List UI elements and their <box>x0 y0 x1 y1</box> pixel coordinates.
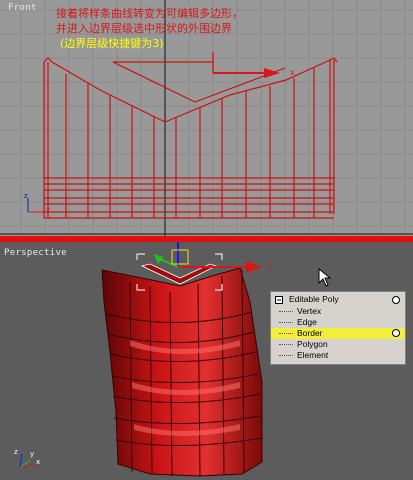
svg-text:x: x <box>46 206 50 214</box>
stack-item-element[interactable]: Element <box>271 350 405 361</box>
svg-text:z: z <box>14 448 18 456</box>
stack-item-edge[interactable]: Edge <box>271 317 405 328</box>
front-viewport[interactable]: x z x Front 接着将样条曲线转变为可编辑多边形， 并进入边界层级选中形… <box>0 0 413 236</box>
modifier-stack-panel[interactable]: Editable Poly Vertex Edge Border Polygon… <box>270 291 406 365</box>
annotation-line-2: 并进入边界层级选中形状的外围边界 <box>56 22 232 35</box>
stack-item-label: Polygon <box>297 339 328 349</box>
svg-text:x: x <box>268 261 273 270</box>
svg-text:x: x <box>36 458 40 466</box>
front-gizmo-x-label: x <box>290 68 295 77</box>
collapse-icon[interactable] <box>275 296 283 304</box>
annotation-line-1: 接着将样条曲线转变为可编辑多边形， <box>56 7 243 20</box>
stack-item-label: Vertex <box>297 306 322 316</box>
tree-line-icon <box>279 322 293 323</box>
stack-item-border[interactable]: Border <box>271 328 405 339</box>
stack-root-editable-poly[interactable]: Editable Poly <box>271 294 405 305</box>
stack-root-label: Editable Poly <box>289 294 339 304</box>
tree-line-icon <box>279 311 293 312</box>
svg-text:z: z <box>24 192 28 200</box>
tree-line-icon <box>279 344 293 345</box>
svg-text:y: y <box>30 450 34 458</box>
tree-line-icon <box>279 355 293 356</box>
stack-item-polygon[interactable]: Polygon <box>271 339 405 350</box>
front-viewport-label[interactable]: Front <box>8 3 37 13</box>
stack-item-vertex[interactable]: Vertex <box>271 306 405 317</box>
stack-item-label: Edge <box>297 317 317 327</box>
mouse-cursor-icon <box>318 268 332 287</box>
pin-icon[interactable] <box>391 328 401 338</box>
stack-item-label: Border <box>297 328 323 338</box>
pin-icon[interactable] <box>391 295 401 305</box>
annotation-line-3: (边界层级快捷键为3) <box>60 37 164 50</box>
tree-line-icon <box>279 333 293 334</box>
stack-item-label: Element <box>297 350 329 360</box>
